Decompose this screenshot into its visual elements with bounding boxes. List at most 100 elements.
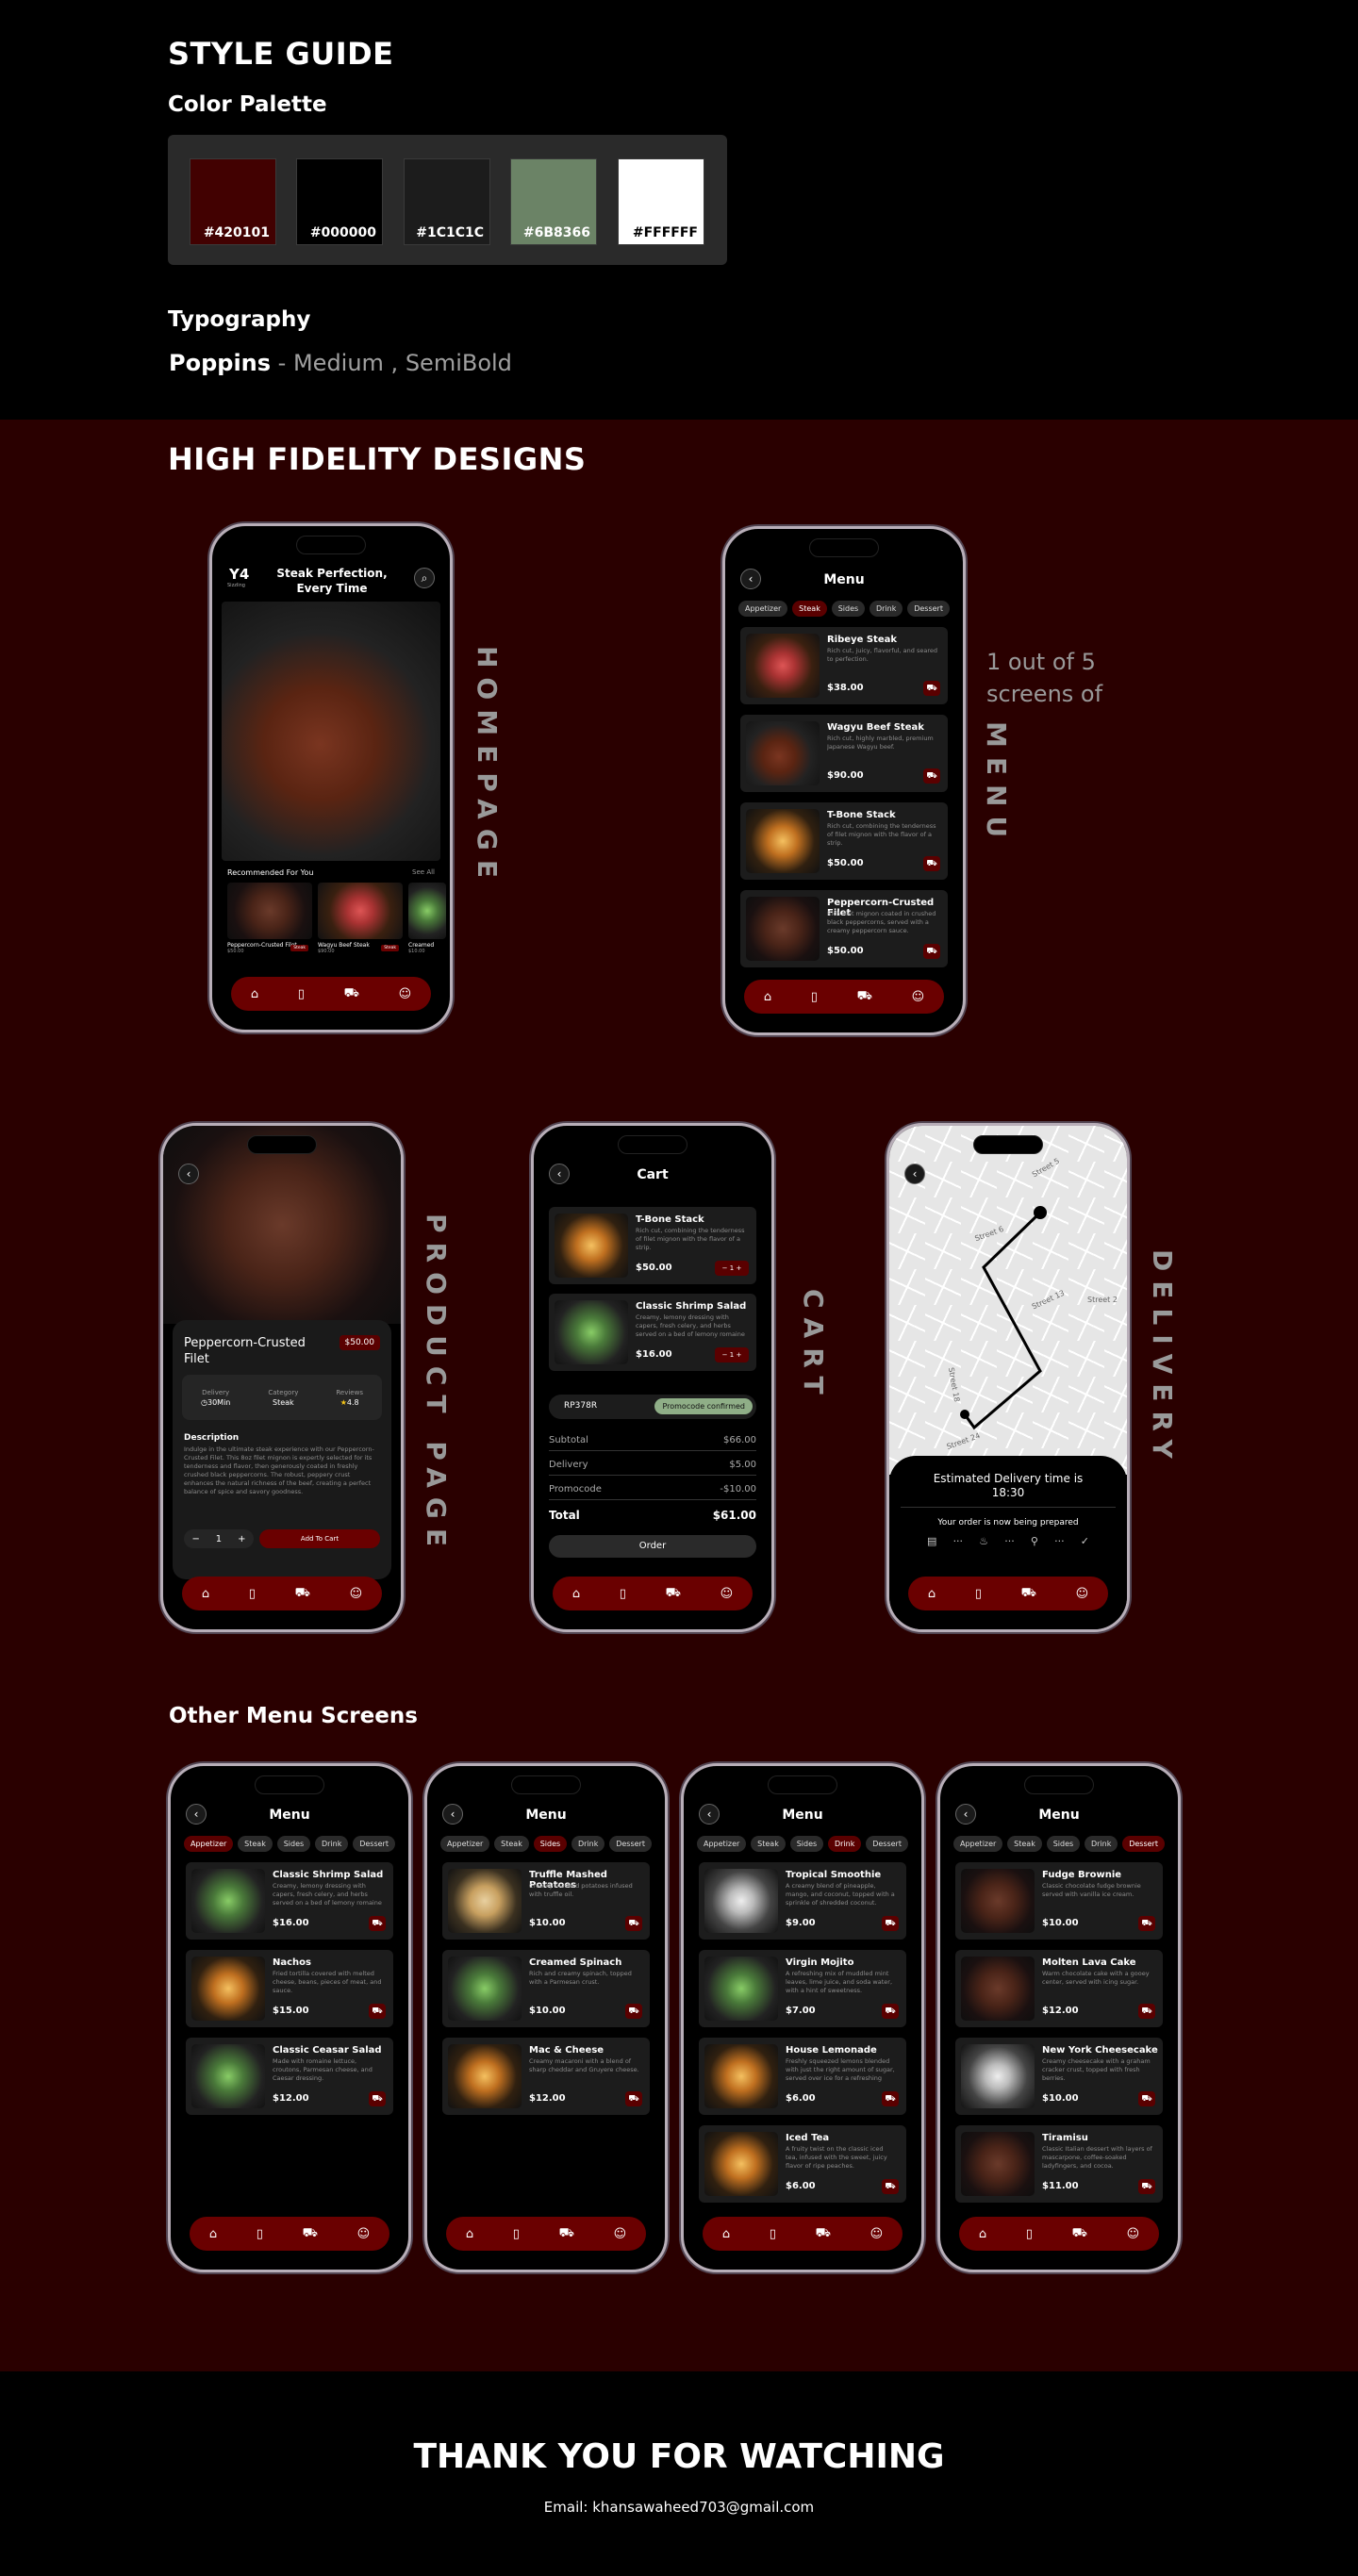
profile-icon[interactable]: ☺: [1127, 2227, 1140, 2241]
rec-card[interactable]: Peppercorn-Crusted Filet $50.00 Steak: [227, 883, 312, 954]
quantity-stepper[interactable]: − 1 +: [715, 1261, 749, 1276]
menu-book-icon[interactable]: ▯: [1026, 2227, 1033, 2241]
menu-book-icon[interactable]: ▯: [257, 2227, 263, 2241]
tab-appetizer[interactable]: Appetizer: [738, 601, 788, 617]
cart-icon[interactable]: ⛟: [857, 989, 872, 1005]
add-to-cart-button[interactable]: ⛟: [882, 2179, 899, 2194]
quantity-stepper[interactable]: − 1 +: [715, 1347, 749, 1362]
rec-card[interactable]: Creamed $10.00: [408, 883, 446, 954]
home-icon[interactable]: ⌂: [722, 2227, 730, 2241]
cart-icon[interactable]: ⛟: [559, 2226, 574, 2242]
add-to-cart-button[interactable]: ⛟: [923, 681, 940, 696]
menu-item-card[interactable]: T-Bone Stack Rich cut, combining the tend…: [740, 802, 948, 880]
profile-icon[interactable]: ☺: [1076, 1587, 1089, 1601]
add-to-cart-button[interactable]: ⛟: [1138, 2179, 1155, 2194]
profile-icon[interactable]: ☺: [912, 990, 925, 1004]
menu-item-card[interactable]: Iced Tea A fruity twist on the classic ic…: [699, 2125, 906, 2203]
menu-item-card[interactable]: Classic Ceasar Salad Made with romaine le…: [186, 2038, 393, 2115]
see-all-link[interactable]: See All: [412, 868, 435, 876]
add-to-cart-button[interactable]: ⛟: [923, 856, 940, 871]
add-to-cart-button[interactable]: Add To Cart: [259, 1529, 380, 1548]
menu-item-card[interactable]: Ribeye Steak Rich cut, juicy, flavorful, …: [740, 627, 948, 704]
menu-item-card[interactable]: New York Cheesecake Creamy cheesecake wit…: [955, 2038, 1163, 2115]
menu-book-icon[interactable]: ▯: [770, 2227, 776, 2241]
menu-item-card[interactable]: Fudge Brownie Classic chocolate fudge bro…: [955, 1862, 1163, 1940]
back-button[interactable]: ‹: [904, 1164, 925, 1184]
profile-icon[interactable]: ☺: [350, 1587, 363, 1601]
cart-icon[interactable]: ⛟: [1072, 2226, 1087, 2242]
add-to-cart-button[interactable]: ⛟: [369, 1916, 386, 1931]
menu-item-card[interactable]: Molten Lava Cake Warm chocolate cake with…: [955, 1950, 1163, 2027]
profile-icon[interactable]: ☺: [870, 2227, 884, 2241]
quantity-stepper[interactable]: −1 +: [184, 1529, 254, 1548]
cart-icon[interactable]: ⛟: [666, 1586, 681, 1602]
menu-book-icon[interactable]: ▯: [513, 2227, 520, 2241]
menu-item-card[interactable]: Nachos Fried tortilla covered with melted…: [186, 1950, 393, 2027]
cart-icon[interactable]: ⛟: [303, 2226, 318, 2242]
tab-steak[interactable]: Steak: [792, 601, 827, 617]
menu-item-card[interactable]: Virgin Mojito A refreshing mix of muddled…: [699, 1950, 906, 2027]
cart-icon[interactable]: ⛟: [344, 986, 359, 1002]
add-to-cart-button[interactable]: ⛟: [625, 1916, 642, 1931]
menu-item-card[interactable]: Peppercorn-Crusted Filet Rich filet migno…: [740, 890, 948, 967]
menu-book-icon[interactable]: ▯: [975, 1587, 982, 1601]
tab-dessert[interactable]: Dessert: [907, 601, 950, 617]
plus-icon[interactable]: +: [736, 1264, 741, 1272]
cart-icon[interactable]: ⛟: [1021, 1586, 1036, 1602]
order-button[interactable]: Order: [549, 1535, 756, 1558]
cart-icon[interactable]: ⛟: [816, 2226, 831, 2242]
menu-item-card[interactable]: Wagyu Beef Steak Rich cut, highly marbled…: [740, 715, 948, 792]
plus-icon[interactable]: +: [736, 1351, 741, 1359]
menu-item-card[interactable]: Creamed Spinach Rich and creamy spinach, …: [442, 1950, 650, 2027]
add-to-cart-button[interactable]: ⛟: [625, 2004, 642, 2019]
search-button[interactable]: ⌕: [414, 568, 435, 588]
add-to-cart-button[interactable]: ⛟: [1138, 2004, 1155, 2019]
menu-book-icon[interactable]: ▯: [811, 990, 818, 1004]
cart-item-card[interactable]: T-Bone Stack Rich cut, combining the tend…: [549, 1207, 756, 1284]
promo-field[interactable]: RP378R Promocode confirmed: [549, 1395, 756, 1419]
home-icon[interactable]: ⌂: [928, 1587, 936, 1601]
minus-icon[interactable]: −: [191, 1534, 199, 1544]
add-to-cart-button[interactable]: ⛟: [882, 2091, 899, 2106]
home-icon[interactable]: ⌂: [572, 1587, 580, 1601]
add-to-cart-button[interactable]: ⛟: [882, 1916, 899, 1931]
add-to-cart-button[interactable]: ⛟: [369, 2004, 386, 2019]
add-to-cart-button[interactable]: ⛟: [923, 768, 940, 784]
add-to-cart-button[interactable]: ⛟: [882, 2004, 899, 2019]
menu-book-icon[interactable]: ▯: [249, 1587, 256, 1601]
add-to-cart-button[interactable]: ⛟: [1138, 1916, 1155, 1931]
home-icon[interactable]: ⌂: [466, 2227, 473, 2241]
profile-icon[interactable]: ☺: [399, 987, 412, 1001]
menu-item-card[interactable]: House Lemonade Freshly squeezed lemons bl…: [699, 2038, 906, 2115]
home-icon[interactable]: ⌂: [979, 2227, 986, 2241]
menu-item-card[interactable]: Tropical Smoothie A creamy blend of pinea…: [699, 1862, 906, 1940]
rec-card[interactable]: Wagyu Beef Steak $90.00 Steak: [318, 883, 403, 954]
home-icon[interactable]: ⌂: [764, 990, 771, 1004]
menu-item-card[interactable]: Truffle Mashed Potatoes Creamy mashed pot…: [442, 1862, 650, 1940]
home-icon[interactable]: ⌂: [251, 987, 258, 1001]
contact-email[interactable]: Email: khansawaheed703@gmail.com: [0, 2499, 1358, 2516]
profile-icon[interactable]: ☺: [614, 2227, 627, 2241]
menu-item-card[interactable]: Classic Shrimp Salad Creamy, lemony dress…: [186, 1862, 393, 1940]
home-icon[interactable]: ⌂: [202, 1587, 209, 1601]
plus-icon[interactable]: +: [238, 1534, 245, 1544]
cart-icon[interactable]: ⛟: [295, 1586, 310, 1602]
add-to-cart-button[interactable]: ⛟: [625, 2091, 642, 2106]
cart-item-card[interactable]: Classic Shrimp Salad Creamy, lemony dress…: [549, 1294, 756, 1371]
menu-item-card[interactable]: Mac & Cheese Creamy macaroni with a blend…: [442, 2038, 650, 2115]
menu-item-card[interactable]: Tiramisu Classic Italian dessert with lay…: [955, 2125, 1163, 2203]
tab-sides[interactable]: Sides: [831, 601, 866, 617]
profile-icon[interactable]: ☺: [357, 2227, 371, 2241]
tab-drink[interactable]: Drink: [869, 601, 903, 617]
minus-icon[interactable]: −: [722, 1351, 728, 1359]
back-button[interactable]: ‹: [178, 1164, 199, 1184]
add-to-cart-button[interactable]: ⛟: [1138, 2091, 1155, 2106]
add-to-cart-button[interactable]: ⛟: [923, 944, 940, 959]
menu-book-icon[interactable]: ▯: [298, 987, 305, 1001]
minus-icon[interactable]: −: [722, 1264, 728, 1272]
profile-icon[interactable]: ☺: [720, 1587, 734, 1601]
add-to-cart-button[interactable]: ⛟: [369, 2091, 386, 2106]
delivery-map[interactable]: Street 5 Street 6 Street 13 Street 24 St…: [889, 1126, 1127, 1475]
menu-book-icon[interactable]: ▯: [620, 1587, 626, 1601]
home-icon[interactable]: ⌂: [209, 2227, 217, 2241]
